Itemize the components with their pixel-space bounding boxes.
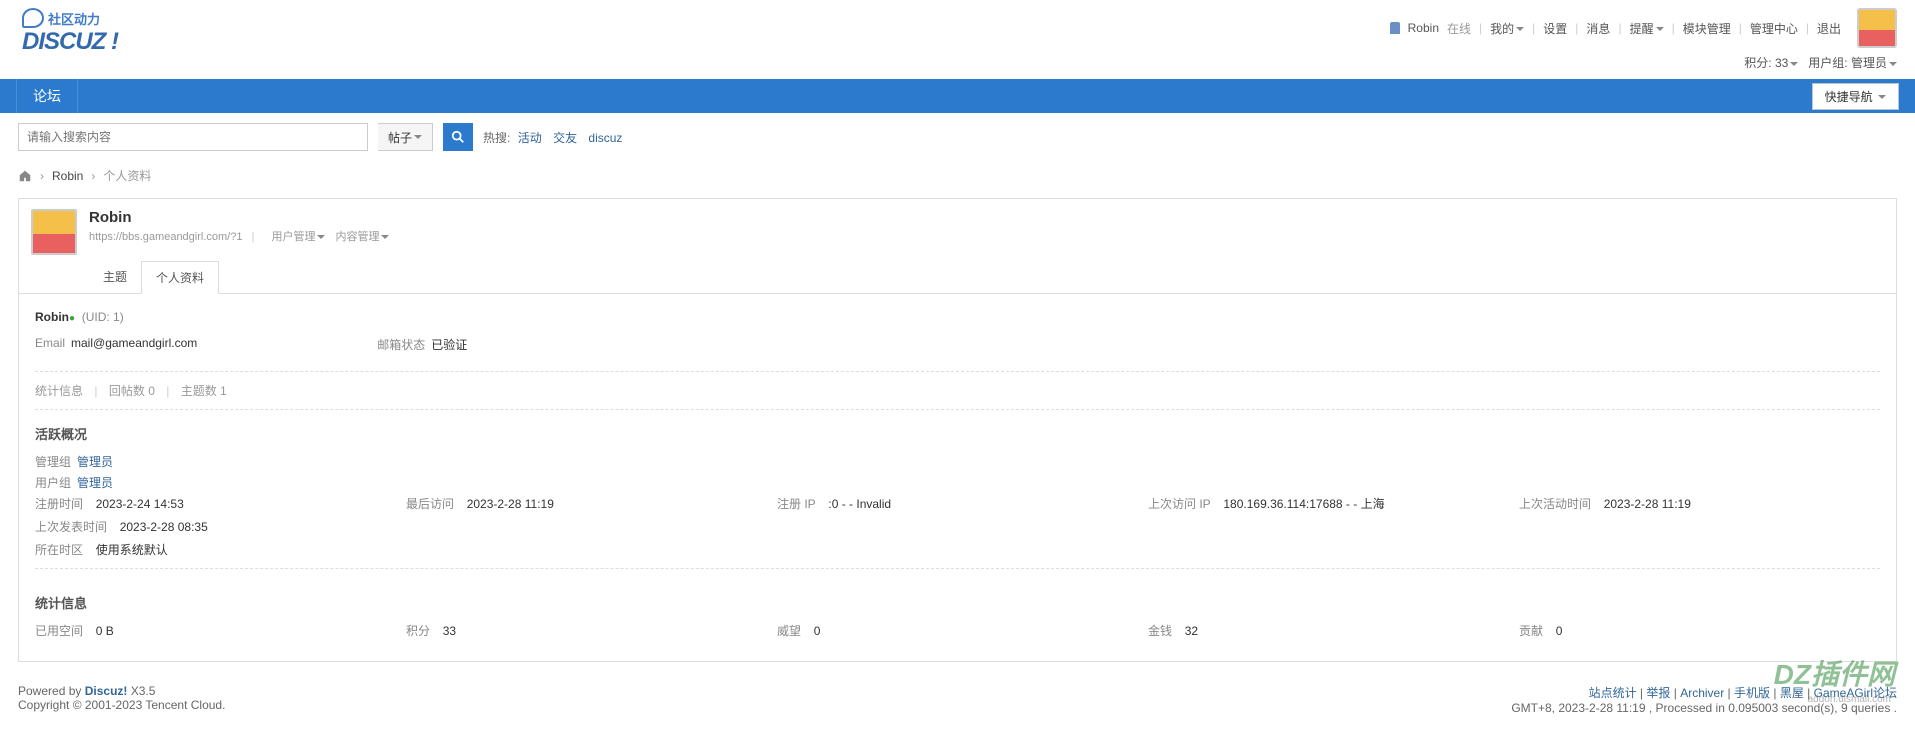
profile-url[interactable]: https://bbs.gameandgirl.com/?1 [89,231,242,243]
hot-search-link[interactable]: 交友 [553,131,577,145]
archiver-link[interactable]: Archiver [1680,686,1724,700]
topics-count: 主题数 1 [181,384,227,398]
breadcrumb-page: 个人资料 [103,167,151,184]
search-type-select[interactable]: 帖子 [378,123,433,151]
contribution-value: 0 [1556,624,1563,638]
reg-ip-value: :0 - - Invalid [828,497,891,511]
logo[interactable]: 社区动力 DISCUZ ! [18,8,118,56]
hot-search-link[interactable]: 活动 [518,131,542,145]
space-value: 0 B [96,624,114,638]
points-stat-value: 33 [443,624,456,638]
sitename-link[interactable]: GameAGirl论坛 [1814,686,1897,700]
avatar[interactable] [31,209,77,255]
email-status-label: 邮箱状态 [377,338,425,352]
email-label: Email [35,336,65,350]
last-post-value: 2023-2-28 08:35 [120,520,208,534]
hot-search-link[interactable]: discuz [588,131,622,145]
email-value: mail@gameandgirl.com [71,336,197,350]
uid-value: (UID: 1) [82,310,124,324]
caret-icon [381,235,389,239]
usergroup-display[interactable]: 用户组: 管理员 [1808,54,1897,71]
search-input[interactable] [18,123,368,151]
quick-nav-button[interactable]: 快捷导航 [1812,83,1899,110]
nav-forum[interactable]: 论坛 [16,79,78,113]
last-ip-value: 180.169.36.114:17688 - - 上海 [1223,497,1384,511]
breadcrumb: › Robin › 个人资料 [0,161,1915,190]
search-button[interactable] [443,123,473,151]
caret-icon [1516,27,1524,31]
site-stats-link[interactable]: 站点统计 [1589,686,1637,700]
caret-icon [414,135,422,139]
caret-icon [1889,62,1897,66]
stats-section-title: 统计信息 [35,593,1880,612]
admin-group-value[interactable]: 管理员 [77,455,113,469]
discuz-link[interactable]: Discuz! [85,684,128,698]
activity-section-title: 活跃概况 [35,424,1880,443]
tab-topics[interactable]: 主题 [89,261,141,293]
dark-link[interactable]: 黑屋 [1780,686,1804,700]
footer-links: 站点统计 | 举报 | Archiver | 手机版 | 黑屋 | GameAG… [1511,684,1897,701]
caret-icon [317,235,325,239]
reg-time-value: 2023-2-24 14:53 [96,497,184,511]
search-icon [451,130,465,144]
stats-label: 统计信息 [35,384,83,398]
report-link[interactable]: 举报 [1646,686,1670,700]
last-activity-value: 2023-2-28 11:19 [1604,497,1691,511]
copyright: Copyright © 2001-2023 Tencent Cloud. [18,698,225,712]
module-mgmt-link[interactable]: 模块管理 [1683,20,1731,37]
replies-count: 回帖数 0 [109,384,155,398]
caret-icon [1790,62,1798,66]
admin-center-link[interactable]: 管理中心 [1750,20,1798,37]
username-link[interactable]: Robin [1408,21,1439,35]
email-status-value: 已验证 [431,338,467,352]
user-group-value[interactable]: 管理员 [77,476,113,490]
hot-search: 热搜: 活动 交友 discuz [483,129,626,146]
last-visit-value: 2023-2-28 11:19 [467,497,554,511]
my-menu[interactable]: 我的 [1490,20,1524,37]
caret-icon [1656,27,1664,31]
tab-profile[interactable]: 个人资料 [141,261,219,294]
logo-bubble-icon [22,8,44,28]
avatar-small[interactable] [1857,8,1897,48]
settings-link[interactable]: 设置 [1543,20,1567,37]
points-display[interactable]: 积分: 33 [1744,54,1798,71]
online-dot-icon: ● [69,313,75,324]
profile-name: Robin [89,209,1884,226]
logo-text: DISCUZ ! [22,28,118,56]
messages-link[interactable]: 消息 [1586,20,1610,37]
powered-by: Powered by Discuz! X3.5 [18,684,225,698]
timezone-value: 使用系统默认 [96,543,168,557]
content-mgmt-menu[interactable]: 内容管理 [335,228,389,244]
user-icon [1390,22,1400,34]
reminders-menu[interactable]: 提醒 [1630,20,1664,37]
logo-tagline: 社区动力 [48,9,100,28]
prestige-value: 0 [814,624,821,638]
mobile-link[interactable]: 手机版 [1734,686,1770,700]
money-value: 32 [1185,624,1198,638]
breadcrumb-user[interactable]: Robin [52,169,83,183]
logout-link[interactable]: 退出 [1817,20,1841,37]
user-mgmt-menu[interactable]: 用户管理 [271,228,325,244]
online-status: 在线 [1447,20,1471,37]
caret-icon [1878,95,1886,99]
uid-name: Robin [35,310,69,324]
home-icon[interactable] [18,169,32,183]
